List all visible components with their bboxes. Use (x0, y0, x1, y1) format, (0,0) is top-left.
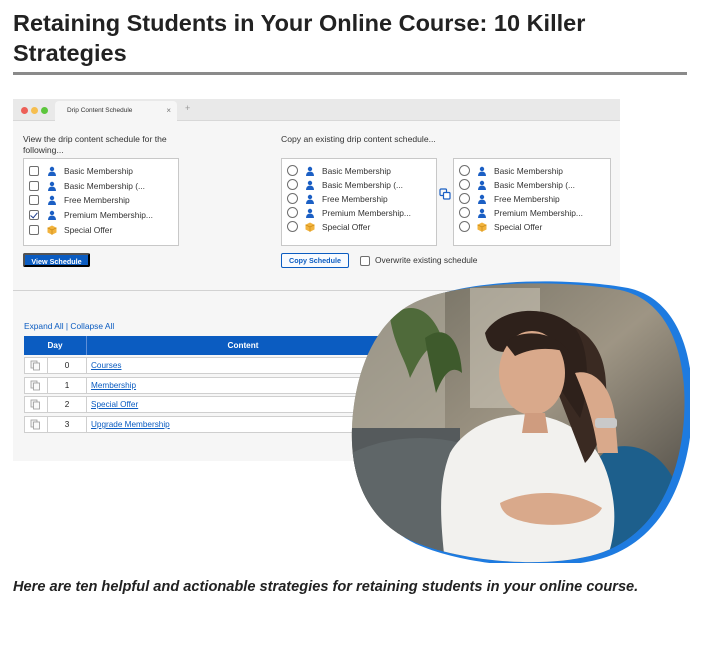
user-icon (306, 208, 314, 218)
package-icon (47, 225, 57, 235)
package-icon (477, 222, 487, 232)
photo-content (351, 283, 685, 563)
item-label: Premium Membership... (322, 208, 411, 218)
item-label: Basic Membership (... (494, 180, 575, 190)
table-row: 1 Membership (24, 377, 399, 394)
user-icon (48, 195, 56, 205)
checkbox-checked[interactable] (29, 210, 39, 220)
table-row: 2 Special Offer (24, 396, 399, 413)
item-label: Basic Membership (... (322, 180, 403, 190)
radio-button[interactable] (287, 207, 298, 218)
user-icon (48, 210, 56, 220)
content-link[interactable]: Membership (91, 378, 136, 393)
article-intro: Here are ten helpful and actionable stra… (13, 579, 639, 595)
package-icon (305, 222, 315, 232)
copy-target-list: Basic Membership Basic Membership (... F… (453, 158, 611, 246)
item-label: Special Offer (64, 225, 113, 235)
overwrite-label: Overwrite existing schedule (375, 255, 478, 265)
copy-arrow-icon (439, 188, 451, 200)
user-icon (478, 194, 486, 204)
radio-button[interactable] (287, 221, 298, 232)
checkbox[interactable] (29, 181, 39, 191)
item-label: Basic Membership (322, 166, 391, 176)
checkbox[interactable] (29, 225, 39, 235)
radio-button[interactable] (287, 165, 298, 176)
checkbox[interactable] (29, 166, 39, 176)
radio-button[interactable] (287, 193, 298, 204)
radio-button[interactable] (459, 193, 470, 204)
radio-button[interactable] (287, 179, 298, 190)
table-header: Day Content (24, 336, 399, 355)
table-row: 3 Upgrade Membership (24, 416, 399, 433)
copy-row-icon[interactable] (30, 419, 41, 430)
expand-collapse-links: Expand All | Collapse All (24, 321, 114, 331)
item-label: Premium Membership... (494, 208, 583, 218)
user-icon (306, 166, 314, 176)
radio-button[interactable] (459, 221, 470, 232)
view-membership-list: Basic Membership Basic Membership (... F… (23, 158, 179, 246)
item-label: Basic Membership (494, 166, 563, 176)
user-icon (48, 166, 56, 176)
expand-all-link[interactable]: Expand All (24, 321, 64, 331)
collapse-all-link[interactable]: Collapse All (70, 321, 114, 331)
cell-day: 3 (47, 417, 87, 432)
content-link[interactable]: Special Offer (91, 397, 138, 412)
new-tab-icon[interactable]: + (185, 103, 190, 113)
content-link[interactable]: Courses (91, 358, 122, 373)
copy-schedule-label: Copy an existing drip content schedule..… (281, 134, 436, 144)
tab-drip-content-schedule[interactable]: Drip Content Schedule × (55, 101, 177, 121)
item-label: Premium Membership... (64, 210, 153, 220)
item-label: Special Offer (494, 222, 543, 232)
copy-row-icon[interactable] (30, 360, 41, 371)
item-label: Free Membership (322, 194, 388, 204)
cell-day: 1 (47, 378, 87, 393)
item-label: Basic Membership (... (64, 181, 145, 191)
copy-row-icon[interactable] (30, 380, 41, 391)
cell-day: 0 (47, 358, 87, 373)
item-label: Basic Membership (64, 166, 133, 176)
view-schedule-button[interactable]: View Schedule (23, 253, 90, 267)
radio-button[interactable] (459, 165, 470, 176)
header-day: Day (47, 341, 63, 350)
window-close-dot[interactable] (21, 107, 28, 114)
user-icon (478, 166, 486, 176)
woman-photo-blob (351, 281, 690, 563)
article-title: Retaining Students in Your Online Course… (13, 10, 586, 66)
user-icon (306, 180, 314, 190)
radio-button[interactable] (459, 179, 470, 190)
tab-label: Drip Content Schedule (67, 107, 133, 114)
overwrite-checkbox[interactable] (360, 256, 370, 266)
copy-row-icon[interactable] (30, 399, 41, 410)
title-divider (13, 72, 687, 75)
radio-button[interactable] (459, 207, 470, 218)
content-link[interactable]: Upgrade Membership (91, 417, 170, 432)
table-row: 0 Courses (24, 357, 399, 374)
link-separator: | (65, 321, 69, 331)
cell-day: 2 (47, 397, 87, 412)
user-icon (48, 181, 56, 191)
copy-source-list: Basic Membership Basic Membership (... F… (281, 158, 437, 246)
item-label: Free Membership (494, 194, 560, 204)
user-icon (306, 194, 314, 204)
checkbox[interactable] (29, 195, 39, 205)
item-label: Special Offer (322, 222, 371, 232)
user-icon (478, 208, 486, 218)
browser-tab-bar: Drip Content Schedule × + (13, 99, 620, 121)
window-zoom-dot[interactable] (41, 107, 48, 114)
item-label: Free Membership (64, 195, 130, 205)
window-minimize-dot[interactable] (31, 107, 38, 114)
view-schedule-label: View the drip content schedule for the f… (23, 134, 167, 155)
copy-schedule-button[interactable]: Copy Schedule (281, 253, 349, 268)
tab-close-icon[interactable]: × (166, 101, 171, 121)
user-icon (478, 180, 486, 190)
